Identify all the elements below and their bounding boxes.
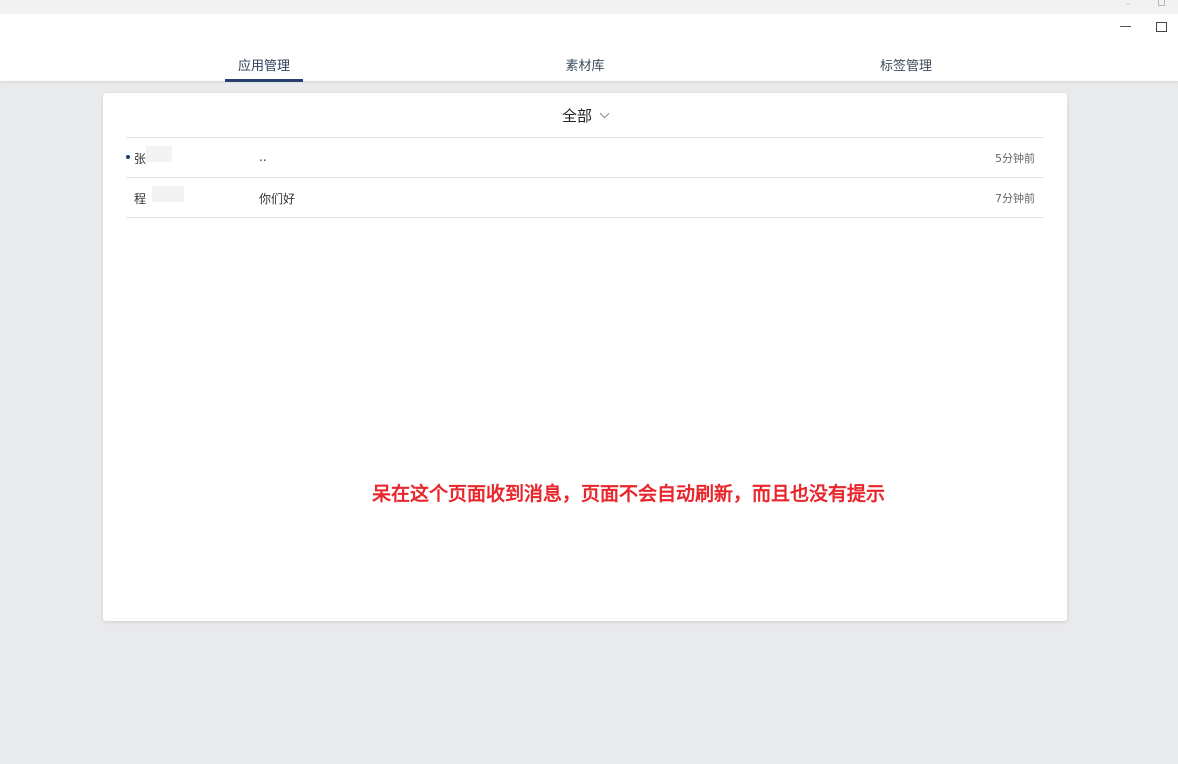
message-content: .. bbox=[259, 150, 267, 164]
message-sender: 张 bbox=[134, 152, 147, 166]
message-sender: 程 bbox=[134, 192, 147, 206]
message-list: 张 .. 5分钟前 程 你们好 7分钟前 bbox=[126, 137, 1044, 218]
redacted-name bbox=[146, 146, 172, 162]
top-window-strip: – bbox=[0, 0, 1178, 14]
message-content: 你们好 bbox=[259, 192, 296, 206]
tab-app-management[interactable]: 应用管理 bbox=[225, 55, 303, 82]
strip-minimize-icon[interactable]: – bbox=[1126, 0, 1131, 9]
annotation-text: 呆在这个页面收到消息，页面不会自动刷新，而且也没有提示 bbox=[372, 483, 886, 505]
message-row[interactable]: 程 你们好 7分钟前 bbox=[126, 178, 1044, 218]
message-panel: 全部 张 .. 5分钟前 程 你们好 7分钟前 bbox=[103, 93, 1067, 621]
minimize-icon[interactable] bbox=[1120, 26, 1131, 27]
maximize-icon[interactable] bbox=[1156, 22, 1167, 32]
app-header: 应用管理 素材库 标签管理 bbox=[0, 14, 1178, 82]
tab-tag-management[interactable]: 标签管理 bbox=[866, 55, 946, 82]
message-time: 5分钟前 bbox=[995, 152, 1035, 165]
tab-material-library[interactable]: 素材库 bbox=[545, 55, 625, 82]
redacted-name bbox=[152, 186, 184, 202]
message-row[interactable]: 张 .. 5分钟前 bbox=[126, 138, 1044, 178]
unread-dot bbox=[126, 155, 130, 159]
filter-label: 全部 bbox=[561, 107, 592, 125]
message-time: 7分钟前 bbox=[995, 192, 1035, 205]
strip-maximize-icon[interactable] bbox=[1158, 0, 1165, 6]
filter-dropdown[interactable]: 全部 bbox=[103, 105, 1067, 126]
chevron-down-icon bbox=[599, 108, 610, 119]
